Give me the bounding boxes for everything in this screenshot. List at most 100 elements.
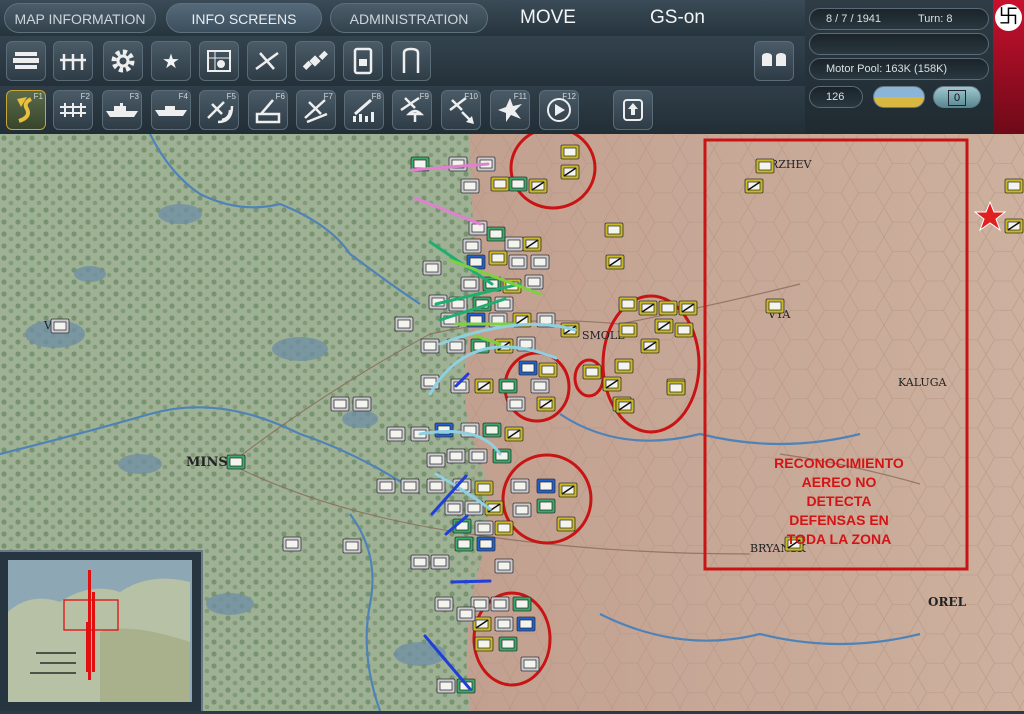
unit-symbol-icon [389,429,403,439]
unit-symbol-icon [501,639,515,649]
annotation-line-1: RECONOCIMIENTO [774,455,904,471]
unit-symbol-icon [493,179,507,189]
air-transfer-icon[interactable]: F7 [296,90,336,130]
gear-icon[interactable] [103,41,143,81]
unit-symbol-icon [485,425,499,435]
unit-symbol-icon [677,325,691,335]
unit-symbol-icon [463,279,477,289]
unit-symbol-icon [541,365,555,375]
unit-symbol-icon [413,557,427,567]
main-toolbar: ★ [0,36,805,86]
unit-list-icon[interactable] [53,41,93,81]
unit-symbol-icon [397,319,411,329]
unit-symbol-icon [617,361,631,371]
unit-symbol-icon [511,257,525,267]
counter-label: 0 [948,90,966,106]
unit-symbol-icon [477,523,491,533]
city-rzhev: RZHEV [770,158,813,171]
unit-symbol-icon [527,277,541,287]
unit-symbol-icon [429,481,443,491]
unit-symbol-icon [355,399,369,409]
unit-symbol-icon [521,363,535,373]
unit-symbol-icon [403,481,417,491]
unit-symbol-icon [429,455,443,465]
city-orel: OREL [928,595,967,609]
tab-map-information[interactable]: MAP INFORMATION [4,3,156,33]
unit-symbol-icon [491,253,505,263]
unit-symbol-icon [465,241,479,251]
unit-symbol-icon [768,301,782,311]
unit-symbol-icon [379,481,393,491]
gs-label: GS-on [650,7,705,28]
unit-symbol-icon [621,299,635,309]
unit-symbol-icon [439,681,453,691]
unit-symbol-icon [515,599,529,609]
unit-symbol-icon [473,599,487,609]
production-icon[interactable] [6,41,46,81]
annotation-line-2: AEREO NO [801,474,877,490]
unit-symbol-icon [345,541,359,551]
unit-symbol-icon [513,481,527,491]
unit-symbol-icon [477,483,491,493]
air-recon-icon[interactable]: F5 [199,90,239,130]
unit-symbol-icon [539,501,553,511]
unit-symbol-icon [523,659,537,669]
unit-symbol-icon [467,503,481,513]
unit-symbol-icon [539,315,553,325]
tab-administration[interactable]: ADMINISTRATION [330,3,488,33]
counter-button[interactable]: 0 [933,86,981,108]
star-icon[interactable]: ★ [151,41,191,81]
faction-flag: 卐 [993,0,1024,134]
naval-icon[interactable]: F4 [151,90,191,130]
weather-icon[interactable] [873,86,925,108]
upload-icon[interactable] [613,90,653,130]
explosion-icon[interactable]: F11 [490,90,530,130]
naval-transport-icon[interactable]: F3 [102,90,142,130]
door-icon[interactable] [391,41,431,81]
unit-symbol-icon [479,539,493,549]
unit-symbol-icon [53,321,67,331]
minimap[interactable] [0,550,203,711]
annotation-line-5: TODA LA ZONA [786,531,892,547]
move-icon[interactable]: F1 [6,90,46,130]
unit-symbol-icon [489,229,503,239]
unit-symbol-icon [515,505,529,515]
unit-symbol-icon [563,147,577,157]
date-label: 8 / 7 / 1941 [826,13,882,25]
artillery-icon[interactable]: F6 [248,90,288,130]
paradrop-icon[interactable]: F9 [392,90,432,130]
date-turn-field: 8 / 7 / 1941 Turn: 8 [809,8,989,30]
unit-symbol-icon [661,303,675,313]
unit-symbol-icon [509,399,523,409]
unit-symbol-icon [471,223,485,233]
tab-info-screens[interactable]: INFO SCREENS [166,3,322,33]
top-bar: MAP INFORMATION INFO SCREENS ADMINISTRAT… [0,0,805,36]
air-strike-icon[interactable]: F8 [344,90,384,130]
rail-icon[interactable]: F2 [53,90,93,130]
unit-symbol-icon [669,383,683,393]
database-icon[interactable] [754,41,794,81]
bomb-icon[interactable]: F10 [441,90,481,130]
message-field [809,33,989,55]
unit-symbol-icon [459,609,473,619]
city-icon[interactable] [199,41,239,81]
unit-symbol-icon [493,599,507,609]
unit-symbol-icon [533,257,547,267]
unit-symbol-icon [285,539,299,549]
admin-points-label: 126 [826,91,845,103]
unit-symbol-icon [497,619,511,629]
annotation-line-4: DEFENSAS EN [789,512,889,528]
unit-symbol-icon [423,341,437,351]
satellite-icon[interactable] [295,41,335,81]
unit-symbol-icon [229,457,243,467]
unit-symbol-icon [621,325,635,335]
next-icon[interactable]: F12 [539,90,579,130]
unit-symbol-icon [437,599,451,609]
unit-symbol-icon [539,481,553,491]
unit-symbol-icon [457,539,471,549]
document-icon[interactable] [343,41,383,81]
air-group-icon[interactable] [247,41,287,81]
unit-symbol-icon [501,381,515,391]
unit-symbol-icon [507,239,521,249]
unit-symbol-icon [559,519,573,529]
